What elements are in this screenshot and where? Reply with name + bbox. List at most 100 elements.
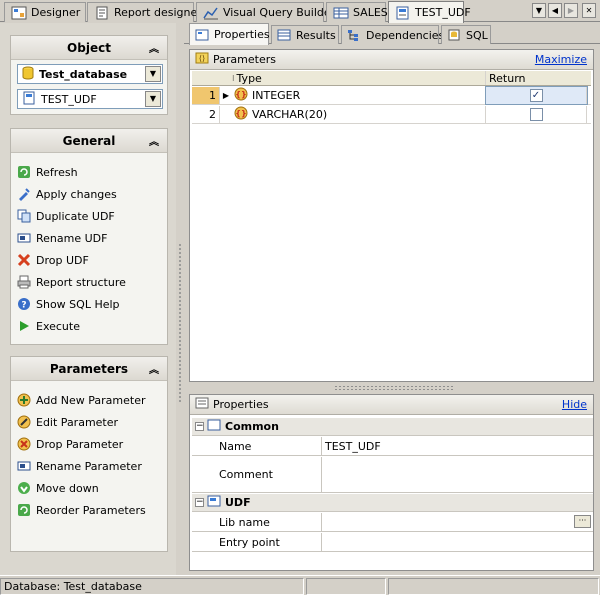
collapse-toggle-icon[interactable]: − <box>195 498 204 507</box>
tab-list-button[interactable]: ▼ <box>532 3 546 18</box>
property-name: Comment <box>219 468 273 481</box>
table-row[interactable]: 2 {} VARCHAR(20) <box>192 106 591 124</box>
duplicate-icon <box>17 209 31 223</box>
tab-visual-query-builder[interactable]: Visual Query Builder <box>196 2 335 22</box>
action-duplicate-udf[interactable]: Duplicate UDF <box>17 206 115 226</box>
tab-dependencies[interactable]: Dependencies <box>341 25 444 44</box>
action-drop-parameter[interactable]: Drop Parameter <box>17 434 123 454</box>
category-udf[interactable]: − UDF <box>192 494 593 512</box>
chevron-down-icon[interactable]: ▼ <box>145 91 161 107</box>
column-label: Return <box>489 71 526 85</box>
tab-label: Report designer <box>114 6 202 19</box>
property-name: Lib name <box>219 515 270 529</box>
collapse-icon[interactable]: ︽ <box>149 40 159 55</box>
close-icon: ✕ <box>585 6 593 15</box>
type-cell[interactable]: {} INTEGER <box>232 87 486 104</box>
property-row-entry-point[interactable]: Entry point <box>192 533 593 552</box>
rename-param-icon <box>17 459 31 473</box>
return-column-header[interactable]: Return <box>486 71 591 85</box>
horizontal-splitter[interactable] <box>334 385 454 391</box>
parameters-panel-header: ⟨⟩ Parameters Maximize <box>190 50 593 70</box>
action-show-sql-help[interactable]: ? Show SQL Help <box>17 294 120 314</box>
action-edit-parameter[interactable]: Edit Parameter <box>17 412 118 432</box>
action-rename-parameter[interactable]: Rename Parameter <box>17 456 142 476</box>
maximize-link[interactable]: Maximize <box>535 53 587 66</box>
property-name: Entry point <box>219 535 280 549</box>
property-value[interactable] <box>321 533 593 551</box>
property-row-comment[interactable]: Comment <box>192 457 593 493</box>
tab-designer[interactable]: Designer <box>4 2 86 22</box>
action-refresh[interactable]: Refresh <box>17 162 78 182</box>
svg-text:⟨⟩: ⟨⟩ <box>199 54 205 63</box>
database-icon <box>22 66 34 83</box>
action-rename-udf[interactable]: Rename UDF <box>17 228 107 248</box>
action-add-new-parameter[interactable]: Add New Parameter <box>17 390 146 410</box>
collapse-toggle-icon[interactable]: − <box>195 422 204 431</box>
return-checkbox[interactable]: ✓ <box>529 89 543 102</box>
table-row[interactable]: 1 ▶ {} INTEGER ✓ <box>192 86 591 105</box>
triangle-left-icon: ◀ <box>551 6 559 15</box>
action-label: Add New Parameter <box>36 393 146 407</box>
tab-properties[interactable]: Properties <box>189 23 270 45</box>
action-label: Execute <box>36 319 80 333</box>
row-number-text: 2 <box>209 108 216 121</box>
ellipsis-button[interactable]: ··· <box>574 515 591 528</box>
action-drop-udf[interactable]: Drop UDF <box>17 250 89 270</box>
general-group-header[interactable]: General ︽ <box>11 129 167 153</box>
row-number: 2 <box>192 106 220 123</box>
udf-selector[interactable]: TEST_UDF ▼ <box>17 89 163 109</box>
table-icon <box>333 6 349 20</box>
tab-report-designer[interactable]: Report designer <box>87 2 202 22</box>
action-reorder-parameters[interactable]: Reorder Parameters <box>17 500 146 520</box>
type-cell[interactable]: {} VARCHAR(20) <box>232 106 486 123</box>
report-icon <box>94 6 110 20</box>
category-common[interactable]: − Common <box>192 418 593 436</box>
close-tab-button[interactable]: ✕ <box>582 3 596 18</box>
tab-scroll-right-button[interactable]: ▶ <box>564 3 578 18</box>
collapse-icon[interactable]: ︽ <box>149 361 159 376</box>
rename-icon <box>17 231 31 245</box>
udf-value: TEST_UDF <box>41 92 97 106</box>
tab-scroll-left-button[interactable]: ◀ <box>548 3 562 18</box>
hide-link[interactable]: Hide <box>562 398 587 411</box>
reorder-icon <box>17 503 31 517</box>
triangle-right-icon: ▶ <box>567 6 575 15</box>
type-column-header[interactable]: ⁝ Type <box>222 71 486 85</box>
object-group: Object ︽ Test_database ▼ TEST_UDF ▼ <box>10 35 168 115</box>
tab-sales[interactable]: SALES <box>326 2 388 22</box>
status-segment <box>306 578 386 595</box>
category-label: UDF <box>225 496 251 509</box>
database-value: Test_database <box>39 67 128 81</box>
database-selector[interactable]: Test_database ▼ <box>17 64 163 84</box>
tab-sql[interactable]: SQL <box>441 25 491 44</box>
tab-results[interactable]: Results <box>271 25 339 44</box>
return-checkbox[interactable] <box>529 108 543 121</box>
row-number: 1 <box>192 87 220 104</box>
current-row-indicator: ▶ <box>220 87 232 104</box>
add-param-icon <box>17 393 31 407</box>
collapse-icon[interactable]: ︽ <box>149 133 159 148</box>
property-value[interactable] <box>321 513 593 531</box>
action-report-structure[interactable]: Report structure <box>17 272 126 292</box>
group-title: General <box>62 133 116 148</box>
property-value[interactable]: TEST_UDF <box>321 437 593 455</box>
return-cell[interactable] <box>486 106 587 123</box>
action-move-down[interactable]: Move down <box>17 478 99 498</box>
edit-param-icon <box>17 415 31 429</box>
object-group-header[interactable]: Object ︽ <box>11 36 167 60</box>
property-row-name[interactable]: Name TEST_UDF <box>192 437 593 456</box>
tab-label: SQL <box>466 28 488 42</box>
svg-text:{}: {} <box>235 90 246 99</box>
chevron-down-icon[interactable]: ▼ <box>145 66 161 82</box>
property-row-lib-name[interactable]: Lib name ··· <box>192 513 593 532</box>
action-execute[interactable]: Execute <box>17 316 80 336</box>
property-value[interactable] <box>321 457 593 492</box>
results-grid-icon <box>277 29 291 41</box>
tab-label: Results <box>296 28 336 42</box>
tab-test-udf[interactable]: TEST_UDF <box>388 1 471 23</box>
parameters-group-header[interactable]: Parameters ︽ <box>11 357 167 381</box>
vertical-splitter[interactable] <box>176 23 184 575</box>
column-label: Type <box>236 71 262 85</box>
action-apply-changes[interactable]: Apply changes <box>17 184 117 204</box>
return-cell[interactable]: ✓ <box>485 86 588 105</box>
